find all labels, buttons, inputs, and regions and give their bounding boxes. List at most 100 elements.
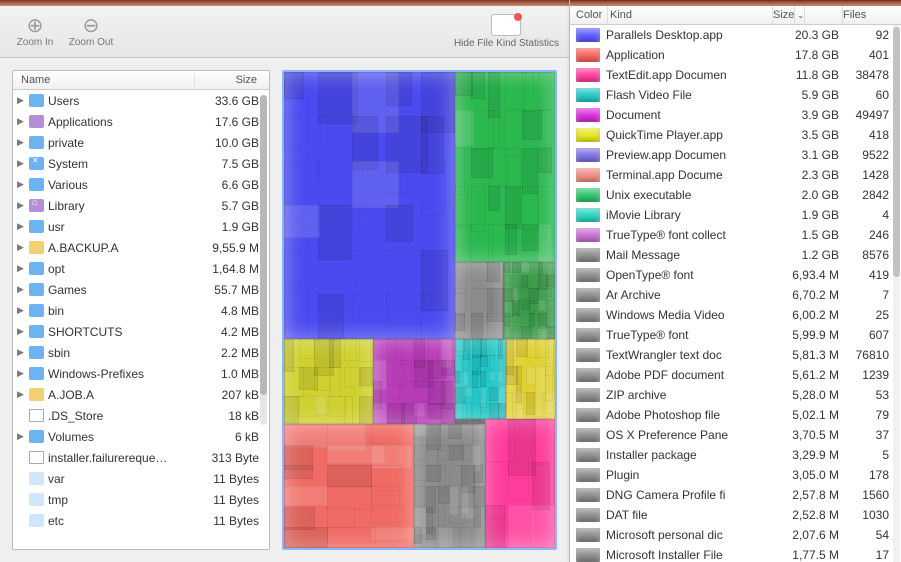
table-row[interactable]: installer.failurereque…313 Byte bbox=[13, 447, 269, 468]
disclosure-icon[interactable]: ▶ bbox=[17, 347, 29, 358]
disclosure-icon[interactable]: ▶ bbox=[17, 263, 29, 274]
list-item[interactable]: Application17.8 GB401 bbox=[570, 45, 901, 65]
tree-scrollbar[interactable] bbox=[260, 95, 267, 425]
list-item[interactable]: Ar Archive6,70.2 M7 bbox=[570, 285, 901, 305]
list-item[interactable]: ZIP archive5,28.0 M53 bbox=[570, 385, 901, 405]
list-item[interactable]: Terminal.app Docume2.3 GB1428 bbox=[570, 165, 901, 185]
table-row[interactable]: ▶Library5.7 GB bbox=[13, 195, 269, 216]
disclosure-icon[interactable]: ▶ bbox=[17, 431, 29, 442]
disclosure-icon[interactable]: ▶ bbox=[17, 137, 29, 148]
disclosure-icon[interactable]: ▶ bbox=[17, 368, 29, 379]
color-swatch bbox=[576, 548, 600, 562]
color-swatch bbox=[576, 408, 600, 422]
stats-col-color[interactable]: Color bbox=[570, 6, 608, 24]
stats-col-kind[interactable]: Kind bbox=[608, 6, 773, 24]
stats-scroll-thumb[interactable] bbox=[893, 27, 900, 277]
list-item[interactable]: Installer package3,29.9 M5 bbox=[570, 445, 901, 465]
tree-scroll-thumb[interactable] bbox=[260, 95, 267, 395]
table-row[interactable]: ▶Applications17.6 GB bbox=[13, 111, 269, 132]
folder-icon bbox=[29, 199, 44, 212]
tree-col-size[interactable]: Size bbox=[195, 74, 269, 86]
table-row[interactable]: ▶opt1,64.8 M bbox=[13, 258, 269, 279]
treemap-cell[interactable] bbox=[284, 72, 455, 339]
table-row[interactable]: ▶Various6.6 GB bbox=[13, 174, 269, 195]
table-row[interactable]: ▶bin4.8 MB bbox=[13, 300, 269, 321]
list-item[interactable]: Mail Message1.2 GB8576 bbox=[570, 245, 901, 265]
hide-statistics-button[interactable]: Hide File Kind Statistics bbox=[454, 14, 559, 49]
treemap-cell[interactable] bbox=[455, 339, 506, 420]
folder-icon bbox=[29, 325, 44, 338]
list-item[interactable]: TextWrangler text doc5,81.3 M76810 bbox=[570, 345, 901, 365]
disclosure-icon[interactable]: ▶ bbox=[17, 284, 29, 295]
list-item[interactable]: Flash Video File5.9 GB60 bbox=[570, 85, 901, 105]
treemap-cell[interactable] bbox=[373, 339, 454, 425]
treemap-cell[interactable] bbox=[414, 424, 484, 548]
table-row[interactable]: ▶Windows-Prefixes1.0 MB bbox=[13, 363, 269, 384]
table-row[interactable]: ▶private10.0 GB bbox=[13, 132, 269, 153]
treemap-cell[interactable] bbox=[506, 339, 555, 420]
disclosure-icon[interactable]: ▶ bbox=[17, 179, 29, 190]
treemap-cell[interactable] bbox=[455, 72, 555, 262]
list-item[interactable]: OpenType® font6,93.4 M419 bbox=[570, 265, 901, 285]
list-item[interactable]: TrueType® font collect1.5 GB246 bbox=[570, 225, 901, 245]
alias-icon bbox=[29, 472, 44, 485]
table-row[interactable]: .DS_Store18 kB bbox=[13, 405, 269, 426]
table-row[interactable]: var11 Bytes bbox=[13, 468, 269, 489]
kind-size: 1.2 GB bbox=[777, 248, 843, 262]
list-item[interactable]: Adobe PDF document5,61.2 M1239 bbox=[570, 365, 901, 385]
zoom-out-button[interactable]: ⊖ Zoom Out bbox=[66, 15, 116, 48]
treemap-cell[interactable] bbox=[284, 424, 414, 548]
folder-icon bbox=[29, 241, 44, 254]
table-row[interactable]: ▶System7.5 GB bbox=[13, 153, 269, 174]
list-item[interactable]: Plugin3,05.0 M178 bbox=[570, 465, 901, 485]
row-size: 33.6 GB bbox=[191, 94, 269, 108]
stats-col-files[interactable]: Files bbox=[843, 6, 901, 24]
row-size: 10.0 GB bbox=[191, 136, 269, 150]
list-item[interactable]: Document3.9 GB49497 bbox=[570, 105, 901, 125]
table-row[interactable]: ▶usr1.9 GB bbox=[13, 216, 269, 237]
treemap-cell[interactable] bbox=[455, 262, 504, 338]
disclosure-icon[interactable]: ▶ bbox=[17, 116, 29, 127]
disclosure-icon[interactable]: ▶ bbox=[17, 95, 29, 106]
table-row[interactable]: etc11 Bytes bbox=[13, 510, 269, 531]
disclosure-icon[interactable]: ▶ bbox=[17, 389, 29, 400]
list-item[interactable]: DNG Camera Profile fi2,57.8 M1560 bbox=[570, 485, 901, 505]
list-item[interactable]: Preview.app Documen3.1 GB9522 bbox=[570, 145, 901, 165]
treemap-cell[interactable] bbox=[485, 419, 555, 548]
disclosure-icon[interactable]: ▶ bbox=[17, 158, 29, 169]
disclosure-icon[interactable]: ▶ bbox=[17, 221, 29, 232]
treemap-cell[interactable] bbox=[504, 262, 555, 338]
treemap[interactable] bbox=[282, 70, 557, 550]
kind-label: Ar Archive bbox=[606, 288, 777, 302]
stats-scrollbar[interactable] bbox=[893, 25, 900, 562]
list-item[interactable]: Windows Media Video6,00.2 M25 bbox=[570, 305, 901, 325]
list-item[interactable]: Microsoft personal dic2,07.6 M54 bbox=[570, 525, 901, 545]
table-row[interactable]: ▶sbin2.2 MB bbox=[13, 342, 269, 363]
disclosure-icon[interactable]: ▶ bbox=[17, 326, 29, 337]
table-row[interactable]: ▶Volumes6 kB bbox=[13, 426, 269, 447]
stats-col-size[interactable]: Size⌄ bbox=[773, 6, 843, 24]
list-item[interactable]: Parallels Desktop.app20.3 GB92 bbox=[570, 25, 901, 45]
list-item[interactable]: OS X Preference Pane3,70.5 M37 bbox=[570, 425, 901, 445]
list-item[interactable]: QuickTime Player.app3.5 GB418 bbox=[570, 125, 901, 145]
tree-col-name[interactable]: Name bbox=[13, 74, 195, 86]
list-item[interactable]: Unix executable2.0 GB2842 bbox=[570, 185, 901, 205]
table-row[interactable]: tmp11 Bytes bbox=[13, 489, 269, 510]
disclosure-icon[interactable]: ▶ bbox=[17, 200, 29, 211]
table-row[interactable]: ▶Users33.6 GB bbox=[13, 90, 269, 111]
list-item[interactable]: DAT file2,52.8 M1030 bbox=[570, 505, 901, 525]
list-item[interactable]: Microsoft Installer File1,77.5 M17 bbox=[570, 545, 901, 562]
row-size: 7.5 GB bbox=[191, 157, 269, 171]
list-item[interactable]: Adobe Photoshop file5,02.1 M79 bbox=[570, 405, 901, 425]
table-row[interactable]: ▶SHORTCUTS4.2 MB bbox=[13, 321, 269, 342]
list-item[interactable]: TextEdit.app Documen11.8 GB38478 bbox=[570, 65, 901, 85]
treemap-cell[interactable] bbox=[284, 339, 373, 425]
table-row[interactable]: ▶Games55.7 MB bbox=[13, 279, 269, 300]
table-row[interactable]: ▶A.BACKUP.A9,55.9 M bbox=[13, 237, 269, 258]
disclosure-icon[interactable]: ▶ bbox=[17, 242, 29, 253]
table-row[interactable]: ▶A.JOB.A207 kB bbox=[13, 384, 269, 405]
list-item[interactable]: iMovie Library1.9 GB4 bbox=[570, 205, 901, 225]
zoom-in-button[interactable]: ⊕ Zoom In bbox=[10, 15, 60, 48]
disclosure-icon[interactable]: ▶ bbox=[17, 305, 29, 316]
list-item[interactable]: TrueType® font5,99.9 M607 bbox=[570, 325, 901, 345]
